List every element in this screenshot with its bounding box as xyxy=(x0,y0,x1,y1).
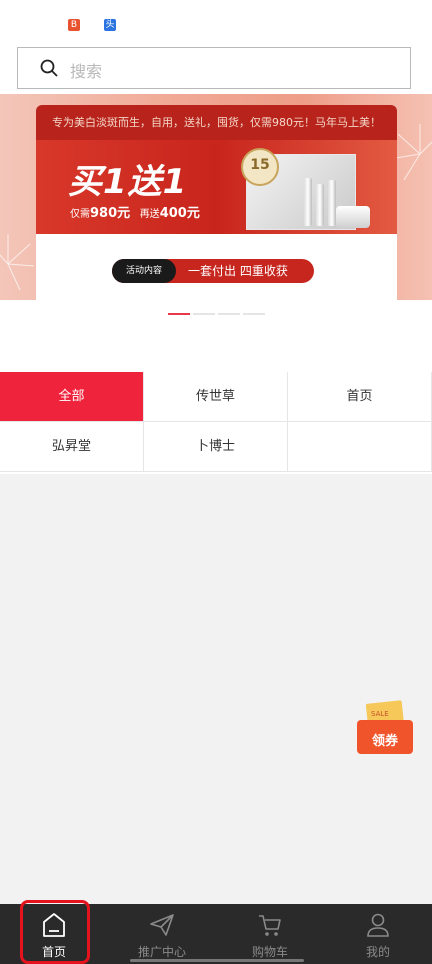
promo-banner[interactable]: 专为美白淡斑而生，自用，送礼，囤货，仅需980元！马年马上美！ 买1送1 仅需9… xyxy=(36,105,397,300)
price-value-2: 400元 xyxy=(159,206,200,221)
category-home[interactable]: 首页 xyxy=(288,372,432,422)
tab-promotion[interactable]: 推广中心 xyxy=(108,904,216,964)
search-icon xyxy=(40,59,58,77)
product-jar-image xyxy=(336,206,370,228)
banner-top-text: 专为美白淡斑而生，自用，送礼，囤货，仅需980元！马年马上美！ xyxy=(36,105,397,140)
product-tube-image xyxy=(316,184,324,226)
coupon-label: 领券 xyxy=(371,734,398,749)
price-label-2: 再送 xyxy=(139,209,160,220)
tab-promotion-label: 推广中心 xyxy=(137,945,186,959)
top-bar: B 头 搜索 xyxy=(0,0,432,94)
anniversary-badge: 15 xyxy=(241,148,279,186)
tab-cart-label: 购物车 xyxy=(251,945,288,959)
price-label-1: 仅需 xyxy=(70,209,90,220)
carousel-dot[interactable] xyxy=(243,313,265,315)
cart-icon xyxy=(259,915,281,936)
activity-tag: 活动内容 xyxy=(112,259,176,283)
user-icon xyxy=(367,913,389,937)
search-input[interactable]: 搜索 xyxy=(70,58,102,82)
app-badge-icon: B xyxy=(68,19,80,31)
activity-pill: 活动内容 一套付出 四重收获 xyxy=(112,259,314,283)
carousel-dot[interactable] xyxy=(218,313,240,315)
carousel-dot[interactable] xyxy=(193,313,215,315)
activity-text: 一套付出 四重收获 xyxy=(188,264,288,278)
product-tube-image xyxy=(304,178,312,226)
home-indicator[interactable] xyxy=(130,959,304,962)
headline-app-icon: 头 xyxy=(104,19,116,31)
coupon-button[interactable]: SALE 领券 xyxy=(357,700,413,754)
paper-plane-icon xyxy=(150,914,174,936)
tab-profile-label: 我的 xyxy=(365,945,390,959)
tab-profile[interactable]: 我的 xyxy=(324,904,432,964)
banner-spacer xyxy=(0,300,432,372)
product-tube-image xyxy=(328,180,336,226)
search-bar[interactable]: 搜索 xyxy=(17,47,411,89)
coupon-sale-text: SALE xyxy=(371,710,389,718)
banner-promo-area: 买1送1 仅需980元 再送400元 15 xyxy=(36,140,397,234)
tab-cart[interactable]: 购物车 xyxy=(216,904,324,964)
category-chuanshicao[interactable]: 传世草 xyxy=(144,372,288,422)
price-value-1: 980元 xyxy=(90,206,131,221)
category-grid: 全部 传世草 首页 弘昇堂 卜博士 xyxy=(0,372,432,474)
promo-headline: 买1送1 xyxy=(68,162,188,202)
promo-prices: 仅需980元 再送400元 xyxy=(70,202,200,221)
carousel-dot[interactable] xyxy=(168,313,190,315)
category-hongshengtang[interactable]: 弘昇堂 xyxy=(0,422,144,472)
category-empty xyxy=(288,422,432,472)
category-buboshi[interactable]: 卜博士 xyxy=(144,422,288,472)
active-tab-highlight xyxy=(20,900,90,964)
category-all[interactable]: 全部 xyxy=(0,372,144,422)
